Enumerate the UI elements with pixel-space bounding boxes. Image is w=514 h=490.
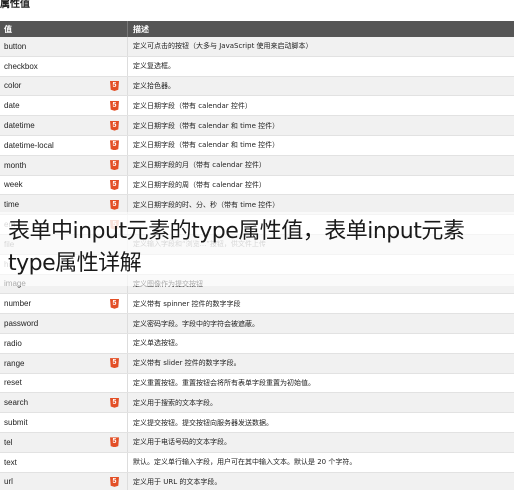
table-row: month 5 定义日期字段的月（带有 calendar 控件） (0, 155, 514, 176)
html5-icon: 5 (110, 120, 119, 131)
type-description: 定义可点击的按钮（大多与 JavaScript 使用来启动脚本） (133, 42, 313, 51)
type-description: 定义日期字段（带有 calendar 和 time 控件） (133, 141, 280, 150)
type-value: button (0, 37, 128, 56)
type-value: number 5 (0, 294, 128, 314)
html5-icon: 5 (110, 397, 119, 408)
type-description: 定义复选框。 (133, 62, 175, 71)
type-value-text: date (4, 101, 20, 111)
table-row: tel 5 定义用于电话号码的文本字段。 (0, 432, 514, 453)
table-row: button 定义可点击的按钮（大多与 JavaScript 使用来启动脚本） (0, 37, 514, 57)
table-row: text 默认。定义单行输入字段，用户可在其中输入文本。默认是 20 个字符。 (0, 452, 514, 473)
type-value: tel 5 (0, 432, 128, 452)
html5-icon: 5 (110, 437, 119, 448)
html5-icon: 5 (110, 179, 119, 190)
type-value-text: url (4, 477, 13, 487)
type-description: 定义日期字段（带有 calendar 控件） (133, 101, 252, 110)
table-row: time 5 定义日期字段的时、分、秒（带有 time 控件） (0, 195, 514, 216)
type-value-text: radio (4, 338, 22, 348)
type-value-text: reset (4, 378, 22, 388)
type-description: 定义日期字段的时、分、秒（带有 time 控件） (133, 200, 280, 209)
type-description: 定义用于搜索的文本字段。 (133, 398, 217, 407)
type-value: week 5 (0, 175, 128, 195)
type-description: 定义密码字段。字段中的字符会被遮蔽。 (133, 319, 259, 328)
type-value-text: number (4, 299, 32, 309)
type-value-text: submit (4, 418, 28, 428)
table-row: date 5 定义日期字段（带有 calendar 控件） (0, 96, 514, 117)
html5-icon: 5 (110, 140, 119, 151)
type-value-text: range (4, 358, 25, 368)
type-value: datetime-local 5 (0, 135, 128, 155)
table-row: radio 定义单选按钮。 (0, 333, 514, 354)
table-row: submit 定义提交按钮。提交按钮向服务器发送数据。 (0, 413, 514, 433)
type-value-text: button (4, 41, 27, 51)
type-value-text: image (4, 279, 26, 289)
type-value: time 5 (0, 195, 128, 215)
type-description: 定义日期字段的周（带有 calendar 控件） (133, 180, 266, 189)
table-row: reset 定义重置按钮。重置按钮会将所有表单字段重置为初始值。 (0, 373, 514, 394)
type-value-text: search (4, 398, 29, 408)
type-value-text: tel (4, 437, 13, 447)
html5-icon: 5 (110, 298, 119, 309)
type-value-text: text (4, 457, 17, 467)
type-value: search 5 (0, 393, 128, 413)
type-description: 定义带有 spinner 控件的数字字段 (133, 299, 241, 308)
html5-icon: 5 (110, 80, 119, 91)
type-value-text: time (4, 200, 20, 210)
type-value: reset (0, 373, 128, 393)
table-row: color 5 定义拾色器。 (0, 76, 514, 97)
type-value-text: week (4, 180, 23, 190)
type-value: checkbox (0, 56, 128, 76)
type-value-text: checkbox (4, 61, 38, 71)
type-description: 定义提交按钮。提交按钮向服务器发送数据。 (133, 418, 273, 427)
type-description: 定义带有 slider 控件的数字字段。 (133, 359, 241, 368)
html5-icon: 5 (110, 160, 119, 171)
table-row: datetime 5 定义日期字段（带有 calendar 和 time 控件） (0, 116, 514, 136)
table-row: range 5 定义带有 slider 控件的数字字段。 (0, 353, 514, 374)
type-description: 定义重置按钮。重置按钮会将所有表单字段重置为初始值。 (133, 378, 315, 387)
html5-icon: 5 (110, 476, 119, 487)
headline: 表单中input元素的type属性值，表单input元素type属性详解 (8, 219, 465, 276)
table-row: search 5 定义用于搜索的文本字段。 (0, 393, 514, 414)
table-row: number 5 定义带有 spinner 控件的数字字段 (0, 294, 514, 315)
type-value-text: datetime-local (4, 140, 54, 150)
header-description: 描述 (133, 24, 149, 34)
type-value: datetime 5 (0, 116, 128, 135)
type-value: url 5 (0, 472, 128, 490)
table-row: datetime-local 5 定义日期字段（带有 calendar 和 time… (0, 135, 514, 156)
type-value-text: datetime (4, 121, 35, 131)
table-row: url 5 定义用于 URL 的文本字段。 (0, 472, 514, 490)
table-header: 值 描述 (0, 21, 514, 37)
html5-icon: 5 (110, 100, 119, 111)
type-value: month 5 (0, 155, 128, 175)
type-description: 定义日期字段的月（带有 calendar 控件） (133, 161, 266, 170)
section-title: 属性值 (0, 0, 30, 10)
type-value: date 5 (0, 96, 128, 116)
table-row: week 5 定义日期字段的周（带有 calendar 控件） (0, 175, 514, 196)
type-description: 定义日期字段（带有 calendar 和 time 控件） (133, 121, 280, 130)
type-value: color 5 (0, 76, 128, 96)
table-row: password 定义密码字段。字段中的字符会被遮蔽。 (0, 314, 514, 334)
type-value-text: color (4, 81, 22, 91)
type-description: 默认。定义单行输入字段，用户可在其中输入文本。默认是 20 个字符。 (133, 458, 357, 467)
type-value-text: password (4, 319, 39, 329)
html5-icon: 5 (110, 199, 119, 210)
type-value: radio (0, 333, 128, 353)
type-value: range 5 (0, 353, 128, 373)
type-description: 定义用于 URL 的文本字段。 (133, 477, 222, 486)
type-description: 定义单选按钮。 (133, 339, 182, 348)
header-value: 值 (0, 21, 128, 37)
type-value: password (0, 314, 128, 333)
type-value: text (0, 452, 128, 472)
table-row: checkbox 定义复选框。 (0, 56, 514, 77)
type-description: 定义用于电话号码的文本字段。 (133, 438, 231, 447)
type-value-text: month (4, 160, 27, 170)
type-value: submit (0, 413, 128, 432)
type-description: 定义拾色器。 (133, 81, 175, 90)
html5-icon: 5 (110, 358, 119, 369)
